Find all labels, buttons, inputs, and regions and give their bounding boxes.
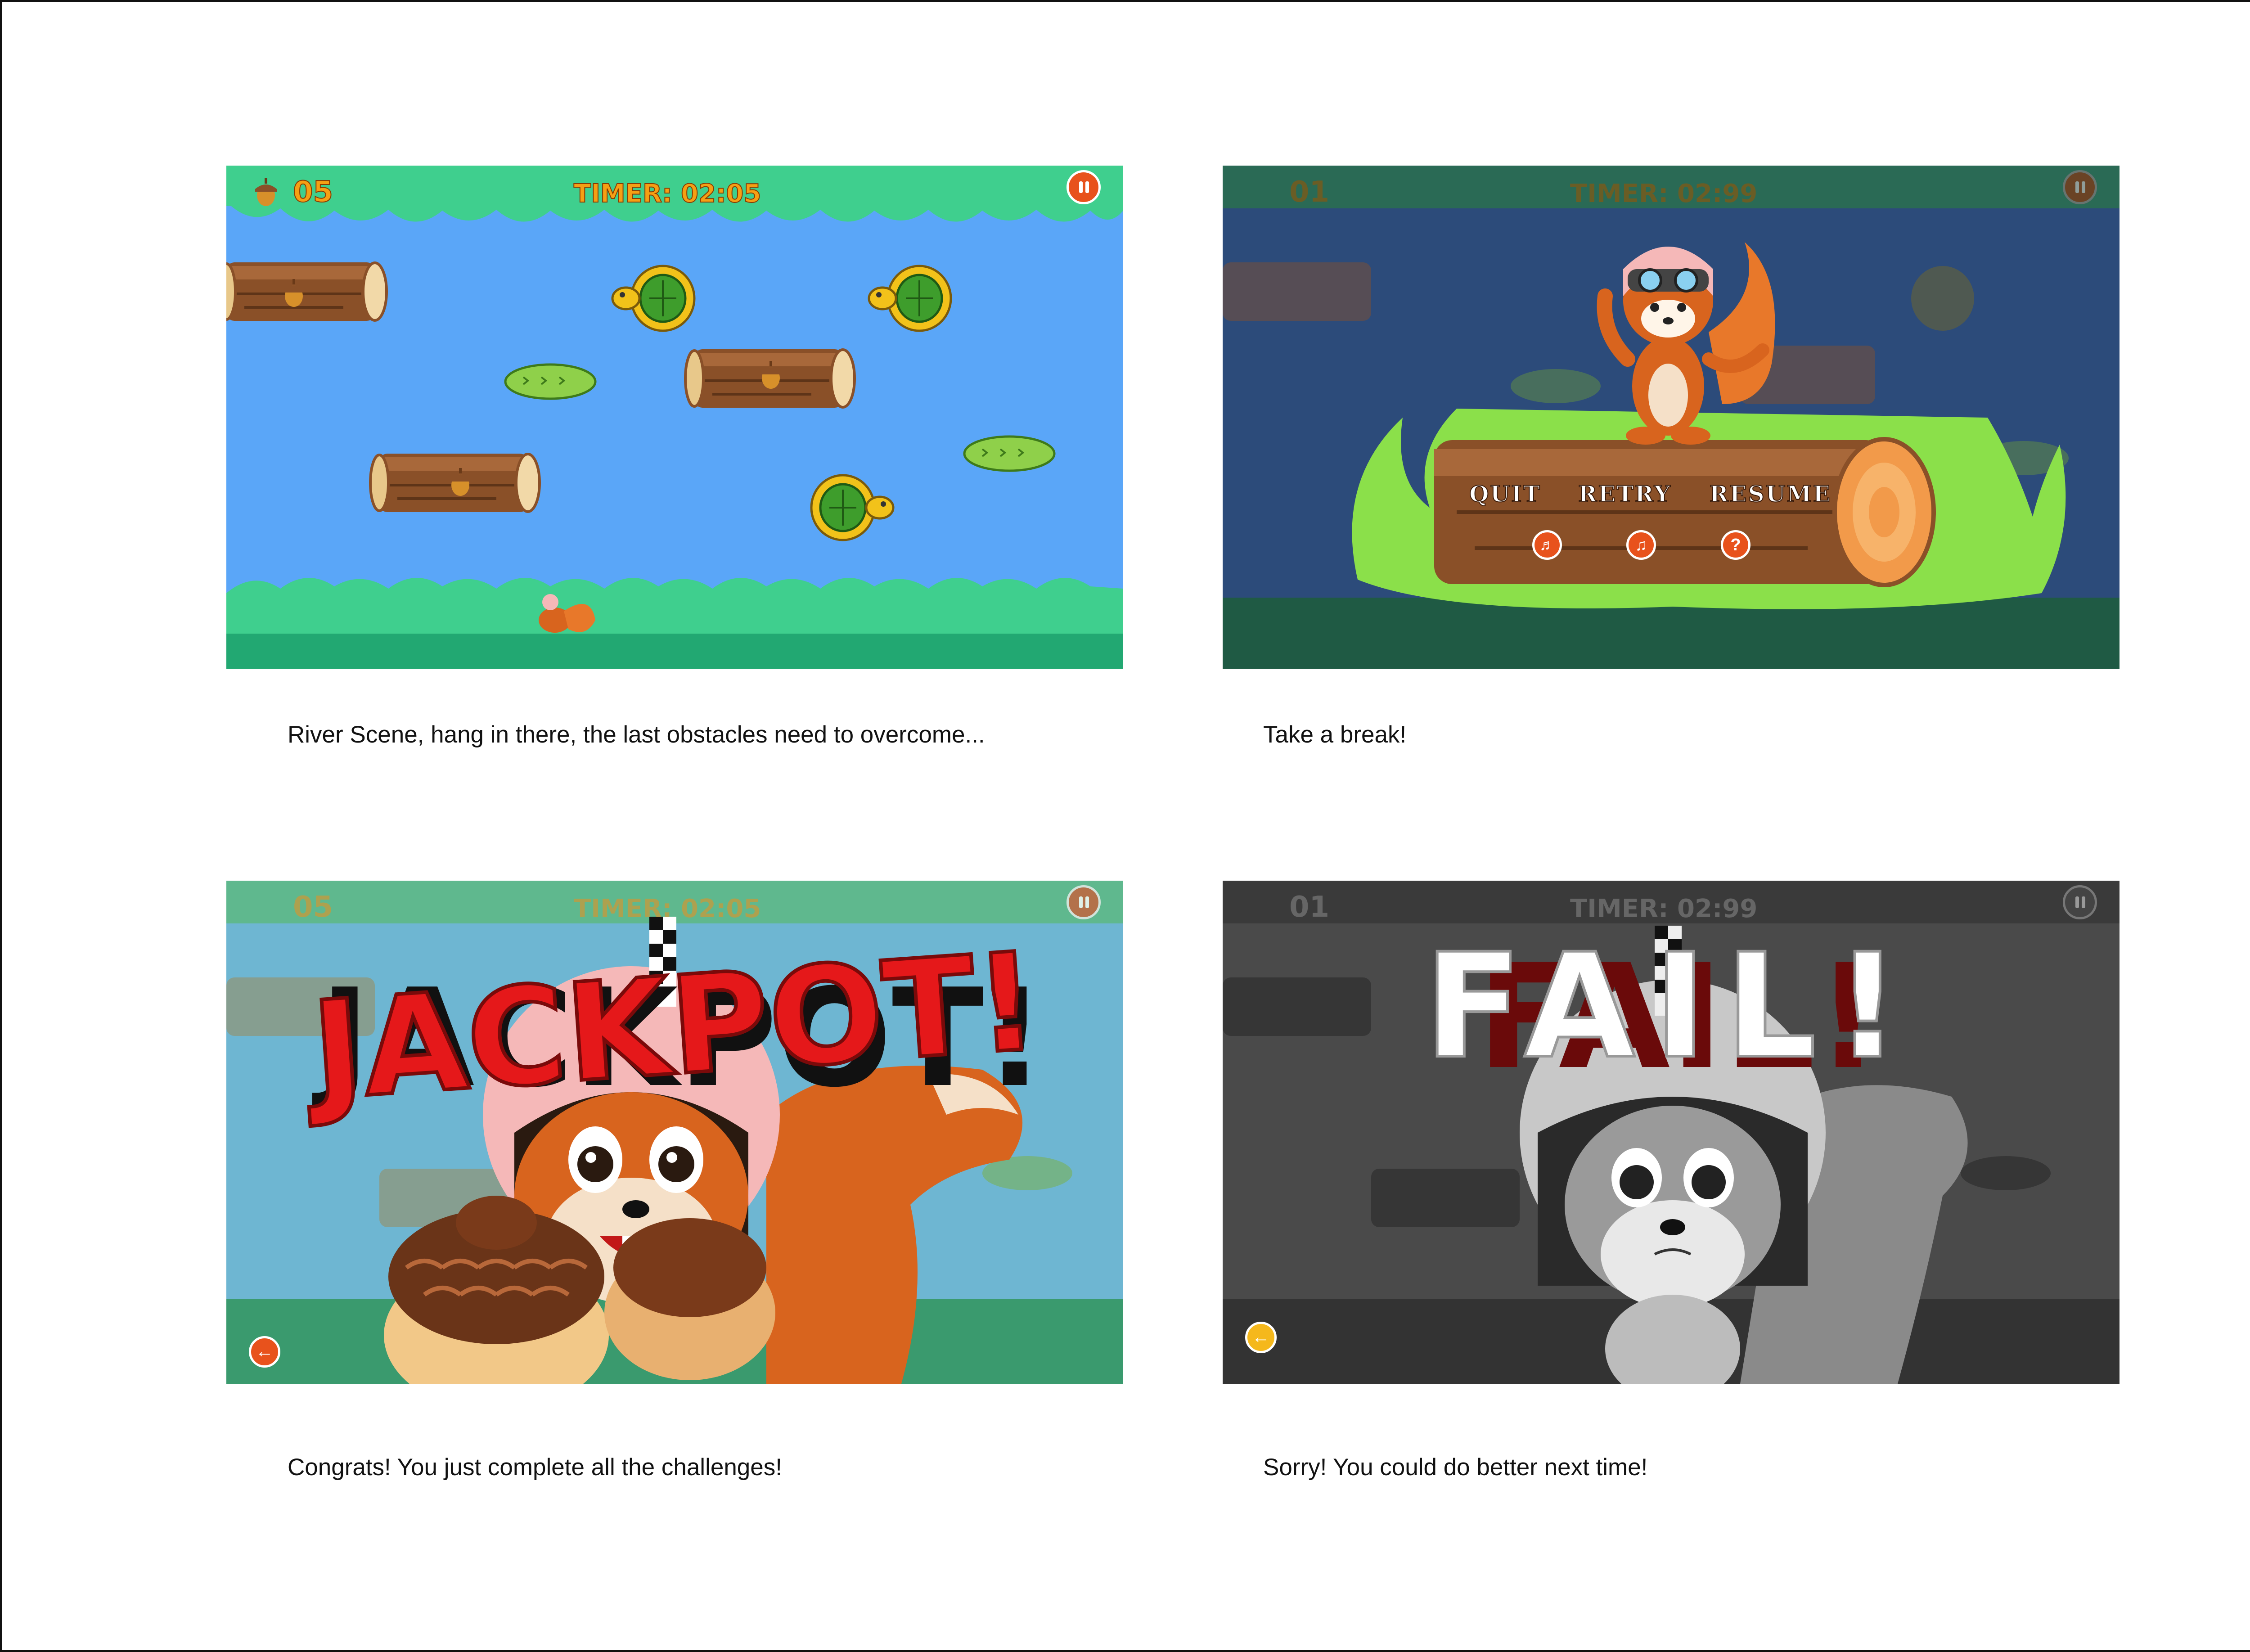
caption-river: River Scene, hang in there, the last obs… [288,721,985,748]
back-arrow-icon: ← [1252,1327,1270,1347]
timer: TIMER: 02:05 [574,894,761,923]
back-button[interactable]: ← [1245,1322,1277,1353]
acorn-counter: 01 [1289,891,1330,924]
acorn-counter: 05 [292,175,333,209]
music-note-icon: ♫ [1635,536,1647,554]
caption-pause: Take a break! [1263,721,1407,748]
speaker-icon: ♬ [1539,536,1555,554]
pause-button[interactable] [2063,170,2097,204]
pause-icon [1079,896,1083,908]
timer: TIMER: 02:99 [1570,179,1758,208]
pause-screen: 01 TIMER: 02:99 QUIT RETRY RESUME ♬ ♫ ? [1223,166,2120,669]
timer: TIMER: 02:99 [1570,894,1758,923]
pause-art [1223,166,2120,669]
jackpot-screen: JACKPOT! JACKPOT! 05 TIMER: 02:05 ← [226,881,1123,1384]
river-hud [255,178,277,206]
pause-icon [1079,181,1083,193]
back-button[interactable]: ← [249,1336,280,1368]
sound-button[interactable]: ♬ [1532,530,1562,560]
pause-icon [2075,181,2079,193]
help-button[interactable]: ? [1721,530,1750,560]
acorn-counter: 01 [1289,176,1330,209]
acorn-counter: 05 [293,891,333,924]
timer: TIMER: 02:05 [573,179,761,209]
caption-jackpot: Congrats! You just complete all the chal… [288,1454,782,1481]
river-scene-screen: 05 TIMER: 02:05 [226,166,1123,669]
acorn-icon [255,178,277,206]
back-arrow-icon: ← [256,1341,274,1361]
fail-banner: FAIL! [1422,923,1918,1090]
pause-button[interactable] [1066,170,1101,204]
question-icon: ? [1730,536,1741,554]
resume-button[interactable]: RESUME [1709,480,1832,508]
retry-button[interactable]: RETRY [1578,480,1672,508]
pause-button[interactable] [2063,885,2097,919]
music-button[interactable]: ♫ [1626,530,1656,560]
pause-icon [2075,896,2079,908]
pause-button[interactable] [1066,885,1101,919]
fail-screen: FAIL! FAIL! 01 TIMER: 02:99 ← [1223,881,2120,1384]
caption-fail: Sorry! You could do better next time! [1263,1454,1648,1481]
quit-button[interactable]: QUIT [1469,480,1541,508]
